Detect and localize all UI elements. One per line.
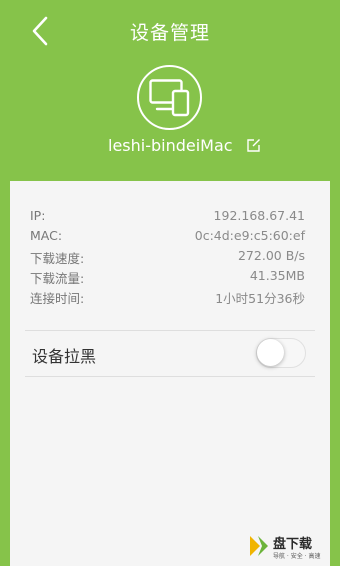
block-device-row: 设备拉黑 (10, 331, 330, 375)
info-label: 连接时间: (30, 291, 85, 306)
devices-icon (149, 79, 190, 117)
divider (25, 376, 315, 377)
device-name-row: leshi-bindeiMac (0, 136, 340, 158)
toggle-knob (257, 339, 284, 366)
info-label: 下载速度: (30, 251, 85, 266)
device-info-card: IP: 192.168.67.41 MAC: 0c:4d:e9:c5:60:ef… (10, 181, 330, 566)
header-bar: 设备管理 (0, 0, 340, 62)
info-value: 192.168.67.41 (213, 208, 305, 223)
watermark-brand: 盘下载 (273, 537, 313, 552)
info-label: MAC: (30, 228, 63, 243)
watermark-logo-icon (250, 536, 268, 556)
edit-icon[interactable] (246, 138, 261, 153)
info-row-download-traffic: 下载流量: 41.35MB (30, 267, 305, 287)
info-row-ip: IP: 192.168.67.41 (30, 207, 305, 227)
info-row-mac: MAC: 0c:4d:e9:c5:60:ef (30, 227, 305, 247)
info-value: 41.35MB (249, 268, 305, 283)
info-value: 272.00 B/s (237, 248, 305, 263)
info-value: 0c:4d:e9:c5:60:ef (194, 228, 305, 243)
block-device-label: 设备拉黑 (32, 347, 97, 366)
info-label: 下载流量: (30, 271, 85, 286)
block-device-toggle[interactable] (256, 338, 306, 368)
device-avatar (137, 65, 202, 130)
info-row-connect-time: 连接时间: 1小时51分36秒 (30, 287, 305, 307)
info-row-download-speed: 下载速度: 272.00 B/s (30, 247, 305, 267)
page-title: 设备管理 (129, 22, 210, 44)
watermark-tagline: 导航 · 安全 · 高速 (273, 553, 321, 560)
info-label: IP: (30, 208, 46, 223)
info-value: 1小时51分36秒 (215, 291, 305, 306)
watermark: 盘下载 导航 · 安全 · 高速 (246, 532, 336, 564)
device-name: leshi-bindeiMac (108, 136, 233, 155)
info-list: IP: 192.168.67.41 MAC: 0c:4d:e9:c5:60:ef… (30, 207, 305, 307)
